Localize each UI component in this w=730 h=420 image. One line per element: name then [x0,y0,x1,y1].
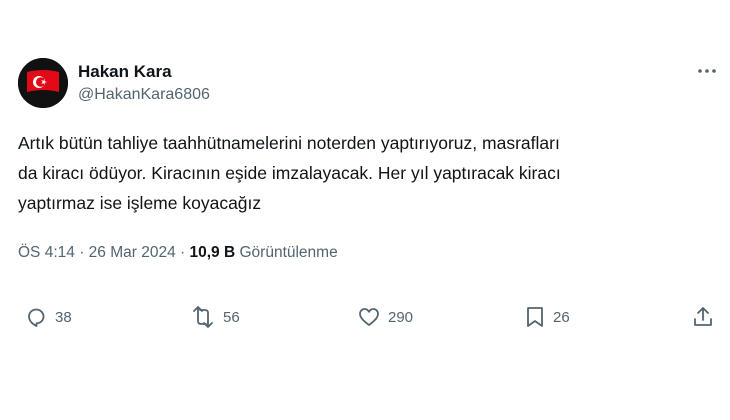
like-count: 290 [388,308,414,326]
more-options-icon[interactable] [696,60,718,82]
retweet-button[interactable]: 56 [190,300,240,334]
share-icon [694,307,712,326]
tweet-date[interactable]: 26 Mar 2024 [89,244,176,261]
turkish-flag-icon [18,58,68,108]
retweet-count: 56 [223,308,240,326]
share-button[interactable] [691,300,715,334]
reply-button[interactable]: 38 [24,300,72,334]
reply-icon [28,308,45,327]
action-bar: 38 56 290 26 [0,300,730,334]
tweet-header: Hakan Kara @HakanKara6806 [18,58,718,110]
views-label: Görüntülenme [239,244,338,261]
tweet-text-line: Artık bütün tahliye taahhütnamelerini no… [18,133,560,153]
reply-count: 38 [55,308,72,326]
tweet-text: Artık bütün tahliye taahhütnamelerini no… [18,128,708,218]
like-button[interactable]: 290 [357,300,413,334]
views-count: 10,9 B [189,244,236,261]
heart-icon [359,308,379,326]
meta-separator: · [79,244,85,261]
author-names: Hakan Kara @HakanKara6806 [78,62,210,106]
bookmark-button[interactable]: 26 [524,300,570,334]
author-handle[interactable]: @HakanKara6806 [78,84,210,106]
tweet-text-line: da kiracı ödüyor. Kiracının eşide imzala… [18,163,561,183]
bookmark-count: 26 [553,308,570,326]
tweet-text-line: yaptırmaz ise işleme koyacağız [18,193,262,213]
bookmark-icon [527,307,543,327]
author-display-name[interactable]: Hakan Kara [78,62,210,82]
retweet-icon [193,306,213,328]
avatar[interactable] [18,58,68,108]
meta-separator: · [180,244,186,261]
tweet-time[interactable]: ÖS 4:14 [18,244,75,261]
tweet-meta: ÖS 4:14 · 26 Mar 2024 · 10,9 B Görüntüle… [18,242,338,264]
tweet-card: Hakan Kara @HakanKara6806 Artık bütün ta… [0,0,730,420]
